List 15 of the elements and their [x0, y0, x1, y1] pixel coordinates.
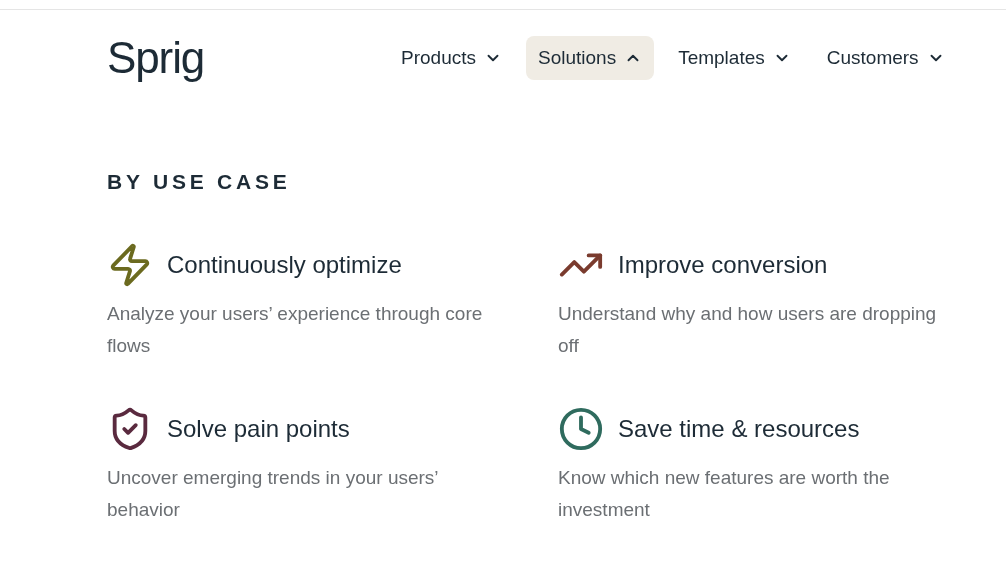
use-case-description: Uncover emerging trends in your users’ behavior	[107, 465, 439, 522]
logo[interactable]: Sprig	[107, 36, 389, 80]
nav-menu-item[interactable]: Templates	[666, 36, 803, 80]
use-case-description: Understand why and how users are dropping off	[558, 301, 938, 358]
clock-icon	[558, 405, 604, 452]
use-case-description: Know which new features are worth the investment	[558, 465, 891, 522]
use-case-description: Analyze your users’ experience through core flows	[107, 301, 484, 358]
nav-menu-item[interactable]: Products	[389, 36, 514, 80]
nav-menu-item[interactable]: Customers	[814, 36, 957, 80]
use-case-title[interactable]: Continuously optimize	[167, 246, 402, 283]
use-case-title[interactable]: Improve conversion	[618, 246, 828, 283]
section-heading: BY USE CASE	[107, 169, 292, 195]
use-case-title[interactable]: Save time & resources	[618, 410, 860, 447]
nav-menu-item[interactable]: Solutions	[526, 36, 655, 80]
use-case-title[interactable]: Solve pain points	[167, 410, 350, 447]
